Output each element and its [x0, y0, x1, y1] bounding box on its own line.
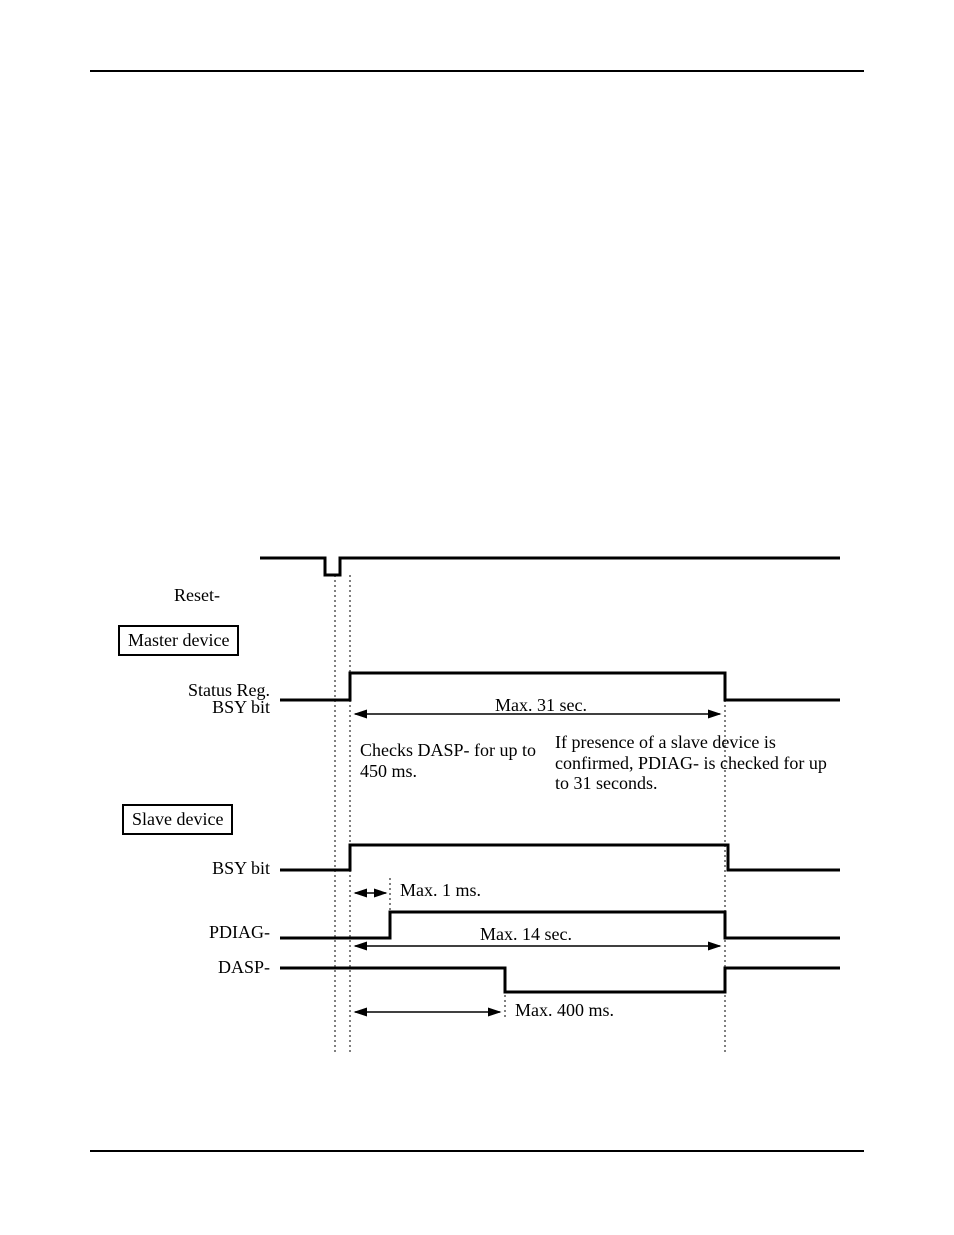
timing-diagram: [0, 0, 954, 1235]
